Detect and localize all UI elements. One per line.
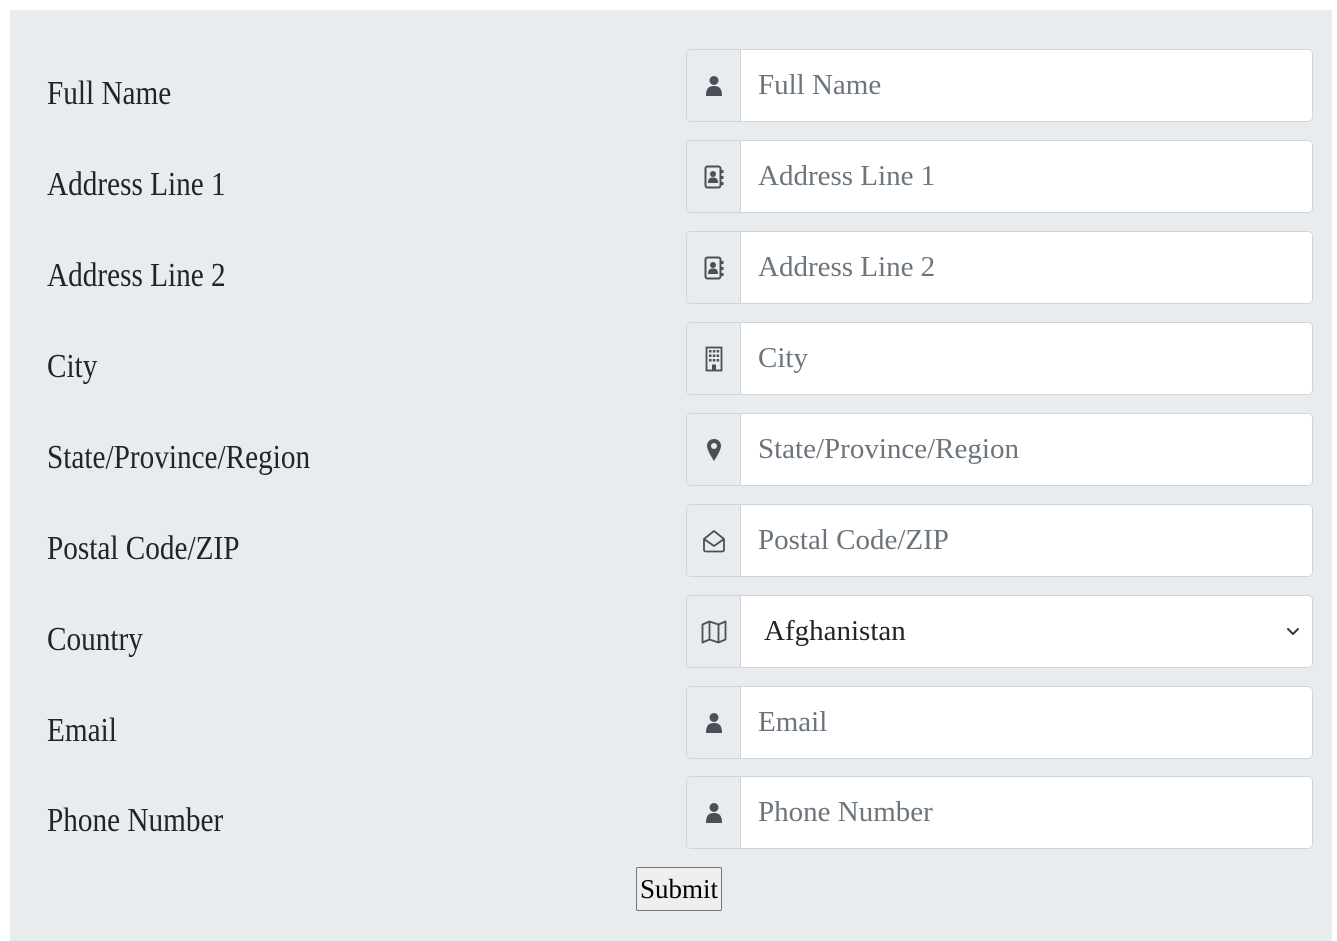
form-row-address-line-2: Address Line 2: [10, 231, 1332, 304]
building-icon: [687, 323, 741, 394]
email-label: Email: [47, 712, 117, 749]
state-input-group: [686, 413, 1313, 486]
city-input[interactable]: [741, 323, 1312, 394]
postal-code-input-group: [686, 504, 1313, 577]
address-book-icon: [687, 232, 741, 303]
postal-code-input[interactable]: [741, 505, 1312, 576]
form-row-email: Email: [10, 686, 1332, 759]
email-input-group: [686, 686, 1313, 759]
state-label: State/Province/Region: [47, 439, 311, 476]
country-select-value: Afghanistan: [764, 615, 906, 647]
phone-number-label: Phone Number: [47, 802, 224, 839]
form-row-phone-number: Phone Number: [10, 776, 1332, 849]
chevron-down-icon: [1286, 624, 1300, 642]
city-input-group: [686, 322, 1313, 395]
state-input[interactable]: [741, 414, 1312, 485]
address-line-2-label: Address Line 2: [47, 257, 226, 294]
form-row-state: State/Province/Region: [10, 413, 1332, 486]
country-label: Country: [47, 621, 143, 658]
envelope-open-icon: [687, 505, 741, 576]
country-input-group: Afghanistan: [686, 595, 1313, 668]
address-line-2-input[interactable]: [741, 232, 1312, 303]
form-row-country: Country Afghanistan: [10, 595, 1332, 668]
submit-button[interactable]: Submit: [636, 867, 722, 911]
map-pin-icon: [687, 414, 741, 485]
address-form-panel: Full Name Address Line 1 Address Line 2: [10, 10, 1332, 941]
phone-number-input[interactable]: [741, 777, 1312, 848]
form-row-address-line-1: Address Line 1: [10, 140, 1332, 213]
full-name-input-group: [686, 49, 1313, 122]
full-name-input[interactable]: [741, 50, 1312, 121]
user-icon: [687, 777, 741, 848]
user-icon: [687, 50, 741, 121]
address-line-1-label: Address Line 1: [47, 166, 226, 203]
country-select[interactable]: Afghanistan: [741, 596, 1312, 667]
form-row-postal-code: Postal Code/ZIP: [10, 504, 1332, 577]
user-icon: [687, 687, 741, 758]
address-book-icon: [687, 141, 741, 212]
city-label: City: [47, 348, 98, 385]
phone-number-input-group: [686, 776, 1313, 849]
postal-code-label: Postal Code/ZIP: [47, 530, 240, 567]
form-row-city: City: [10, 322, 1332, 395]
email-input[interactable]: [741, 687, 1312, 758]
form-row-full-name: Full Name: [10, 49, 1332, 122]
address-line-1-input-group: [686, 140, 1313, 213]
address-line-2-input-group: [686, 231, 1313, 304]
map-icon: [687, 596, 741, 667]
full-name-label: Full Name: [47, 75, 172, 112]
address-line-1-input[interactable]: [741, 141, 1312, 212]
